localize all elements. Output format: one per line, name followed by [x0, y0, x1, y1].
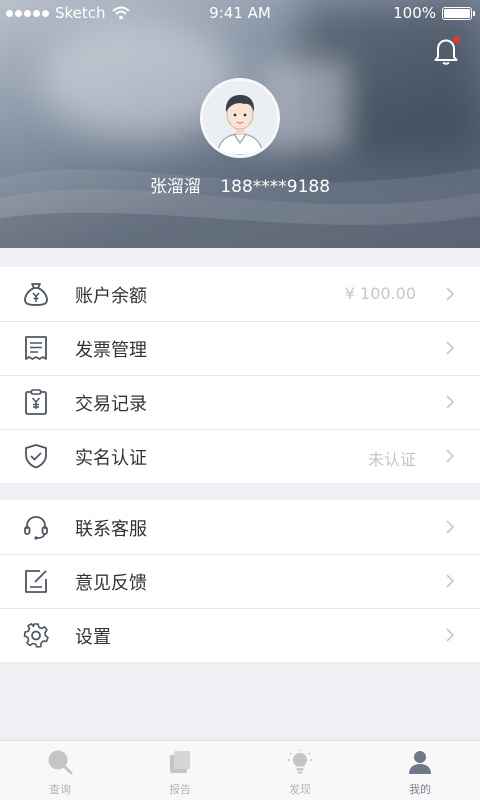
- balance-value: ¥ 100.00: [344, 284, 416, 303]
- tab-label: 报告: [169, 783, 191, 796]
- menu-label: 发票管理: [75, 340, 147, 361]
- battery-icon: [442, 6, 475, 20]
- menu-row-customer-service[interactable]: 联系客服: [0, 500, 480, 554]
- chevron-right-icon: [446, 449, 455, 463]
- tab-discover[interactable]: 发现: [240, 741, 360, 800]
- battery-percent: 100%: [393, 4, 436, 22]
- menu-row-transactions[interactable]: 交易记录: [0, 375, 480, 429]
- bottom-tab-bar: 查询 报告 发现 我的: [0, 740, 480, 800]
- tab-label: 我的: [409, 783, 431, 796]
- tab-label: 发现: [289, 783, 311, 796]
- menu-label: 实名认证: [75, 448, 147, 469]
- chevron-right-icon: [446, 395, 455, 409]
- search-icon: [48, 750, 73, 775]
- verification-status: 未认证: [367, 450, 416, 469]
- chevron-right-icon: [446, 520, 455, 534]
- chevron-right-icon: [446, 287, 455, 301]
- money-bag-icon: [24, 283, 48, 306]
- tab-query[interactable]: 查询: [0, 741, 120, 800]
- receipt-icon: [25, 336, 47, 360]
- user-info: 张溜溜 188****9188: [0, 172, 480, 197]
- gear-icon: [23, 623, 49, 648]
- menu-label: 联系客服: [75, 519, 147, 540]
- user-name: 张溜溜: [149, 177, 201, 197]
- support-menu: 联系客服 意见反馈 设置: [0, 500, 480, 662]
- chevron-right-icon: [446, 574, 455, 588]
- person-icon: [409, 751, 431, 774]
- avatar[interactable]: [200, 78, 280, 158]
- menu-row-settings[interactable]: 设置: [0, 608, 480, 662]
- user-avatar-illustration: [216, 95, 264, 155]
- menu-label: 账户余额: [75, 286, 147, 307]
- tab-label: 查询: [49, 783, 71, 796]
- menu-row-verification[interactable]: 实名认证 未认证: [0, 429, 480, 483]
- headset-icon: [24, 516, 48, 540]
- report-icon: [170, 751, 190, 773]
- shield-check-icon: [25, 444, 47, 469]
- notification-bell-button[interactable]: [432, 36, 460, 66]
- edit-note-icon: [25, 570, 47, 593]
- user-phone: 188****9188: [220, 177, 331, 197]
- chevron-right-icon: [446, 628, 455, 642]
- menu-row-feedback[interactable]: 意见反馈: [0, 554, 480, 608]
- notification-badge: [453, 36, 460, 43]
- chevron-right-icon: [446, 341, 455, 355]
- tab-mine[interactable]: 我的: [360, 741, 480, 800]
- tab-report[interactable]: 报告: [120, 741, 240, 800]
- menu-label: 交易记录: [75, 394, 147, 415]
- status-bar: Sketch 9:41 AM 100%: [0, 0, 480, 26]
- menu-row-invoice[interactable]: 发票管理: [0, 321, 480, 375]
- menu-label: 设置: [75, 627, 111, 648]
- account-menu: 账户余额 ¥ 100.00 发票管理 交易记录 实名认证 未认证: [0, 267, 480, 483]
- clipboard-yen-icon: [25, 389, 47, 415]
- menu-label: 意见反馈: [75, 573, 147, 594]
- lightbulb-icon: [288, 749, 312, 774]
- profile-header: Sketch 9:41 AM 100% 张溜溜 188****9188: [0, 0, 480, 248]
- menu-row-balance[interactable]: 账户余额 ¥ 100.00: [0, 267, 480, 321]
